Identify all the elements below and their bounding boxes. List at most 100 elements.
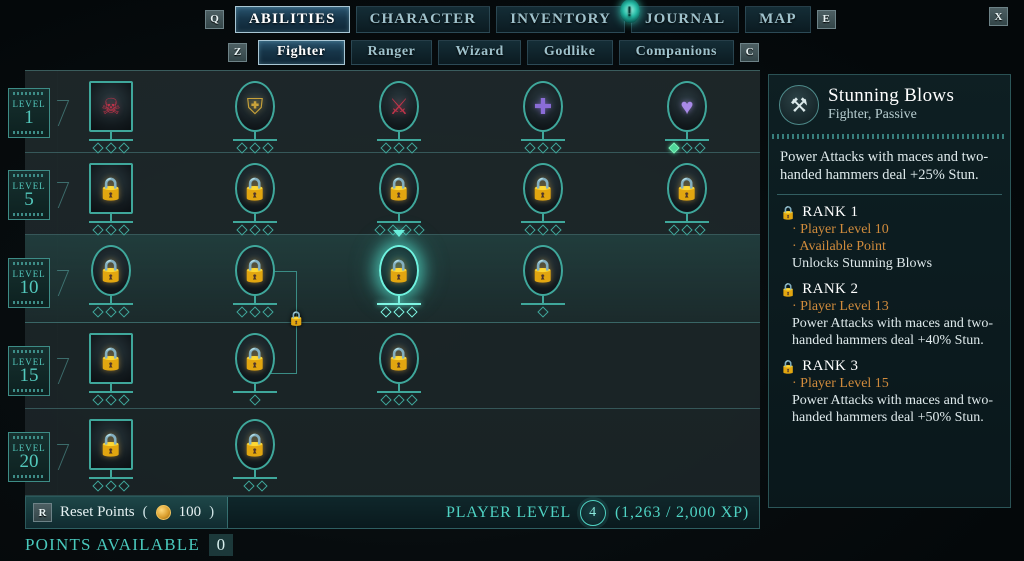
sub-tab-fighter[interactable]: Fighter: [258, 39, 345, 65]
main-tab-label: INVENTORY: [510, 10, 611, 27]
rank-pip: [105, 142, 117, 154]
rank-pips: [87, 306, 135, 318]
lock-icon: 🔒: [385, 345, 413, 371]
rank-pip: [118, 306, 130, 318]
rank-pip: [537, 224, 549, 236]
ability-orb: 🔒: [375, 331, 423, 386]
main-tab-inventory[interactable]: INVENTORY: [496, 5, 625, 33]
sub-tab-label: Companions: [635, 44, 718, 59]
level-number: 20: [19, 451, 39, 472]
ability-node[interactable]: 🔒: [373, 161, 425, 236]
gold-coin-icon: [155, 505, 171, 520]
rank-pip: [249, 142, 261, 154]
node-bar: [665, 221, 709, 223]
ability-node[interactable]: 🔒: [231, 417, 279, 492]
reset-points-button[interactable]: R Reset Points ( 100 ): [26, 497, 229, 528]
rank-pip: [242, 480, 255, 492]
rank-pip: [92, 142, 104, 154]
ability-node[interactable]: ⛨: [231, 79, 279, 154]
ability-glyph-icon: ☠: [101, 93, 121, 119]
ability-node[interactable]: 🔒: [87, 331, 135, 406]
lock-icon: 🔒: [241, 257, 269, 283]
ability-node[interactable]: ⚔: [375, 79, 423, 154]
ability-orb: 🔒: [231, 243, 279, 298]
sub-tab-wizard[interactable]: Wizard: [438, 39, 521, 65]
level-number: 15: [19, 365, 39, 386]
rank-pip: [694, 224, 706, 236]
rank-list: 🔒 RANK 1 · Player Level 10 · Available Poin…: [769, 195, 1010, 426]
main-tab-abilities[interactable]: ABILITIES: [235, 5, 350, 33]
rank-pips: [87, 142, 135, 154]
rank-pip: [681, 224, 693, 236]
rank-pip: [412, 224, 425, 236]
hotkey-r[interactable]: R: [33, 503, 52, 522]
main-tab-journal[interactable]: JOURNAL!: [619, 0, 740, 33]
rank-pip: [380, 142, 392, 154]
sub-tab-ranger[interactable]: Ranger: [350, 39, 433, 65]
ability-node[interactable]: ✚: [519, 79, 567, 154]
alert-badge-icon[interactable]: !: [619, 0, 640, 23]
ability-node[interactable]: 🔒: [231, 331, 279, 406]
lock-icon: 🔒: [241, 345, 269, 371]
ability-node[interactable]: 🔒: [87, 417, 135, 492]
rank-pip: [249, 394, 261, 406]
ability-node[interactable]: 🔒: [519, 161, 567, 236]
ability-node[interactable]: ♥: [663, 79, 711, 154]
hotkey-e[interactable]: E: [816, 9, 836, 29]
ability-node[interactable]: ☠: [87, 79, 135, 154]
ability-node[interactable]: 🔒: [231, 161, 279, 236]
rank-pips: [375, 306, 423, 318]
rank-requirement: · Player Level 15: [792, 376, 889, 391]
lock-icon: 🔒: [97, 345, 125, 371]
rank-requirement: · Player Level 13: [792, 299, 889, 314]
detail-description: Power Attacks with maces and two-handed …: [780, 149, 989, 183]
node-bar: [233, 391, 277, 393]
xp-progress-text: (1,263 / 2,000 XP): [615, 503, 749, 521]
hotkey-z[interactable]: Z: [228, 42, 247, 62]
rank-pips: [87, 480, 135, 492]
rank-pip: [92, 480, 104, 492]
rank-pip: [236, 142, 248, 154]
rank-header: 🔒 RANK 1: [780, 204, 999, 221]
sub-tab-companions[interactable]: Companions: [618, 39, 735, 65]
rank-pip: [118, 394, 130, 406]
rank-pips: [519, 142, 567, 154]
sub-tab-label: Wizard: [455, 44, 504, 59]
rank-requirement: · Available Point: [792, 239, 886, 254]
rank-pip: [236, 306, 248, 318]
rank-entry: 🔒 RANK 1 · Player Level 10 · Available Poin…: [780, 204, 999, 272]
ability-node[interactable]: 🔒: [519, 243, 567, 318]
player-level-group: PLAYER LEVEL 4 (1,263 / 2,000 XP): [446, 499, 759, 526]
ability-orb: 🔒: [231, 417, 279, 472]
ability-node[interactable]: 🔒: [375, 331, 423, 406]
reset-cost-close-paren: ): [209, 504, 215, 520]
ability-node[interactable]: 🔒: [87, 243, 135, 318]
ability-glyph-icon: ⛨: [246, 93, 264, 119]
hotkey-q[interactable]: Q: [205, 9, 224, 29]
points-available-bar: POINTS AVAILABLE 0: [25, 532, 233, 558]
rank-pip: [393, 142, 405, 154]
ability-node[interactable]: 🔒: [663, 161, 711, 236]
rank-requirement: · Player Level 10: [792, 222, 889, 237]
reset-points-label: Reset Points: [60, 504, 135, 520]
rank-effect: Power Attacks with maces and two-handed …: [792, 393, 994, 425]
hotkey-c[interactable]: C: [740, 42, 760, 62]
main-tab-bar: Q ABILITIES CHARACTER INVENTORY JOURNAL! MAP…: [0, 0, 1024, 33]
rank-pip: [92, 306, 104, 318]
rank-name: RANK 3: [802, 358, 859, 374]
lock-icon: 🔒: [241, 431, 269, 457]
lock-icon: 🔒: [385, 257, 413, 283]
sub-tab-godlike[interactable]: Godlike: [526, 39, 613, 65]
rank-pips: [231, 394, 279, 406]
close-hotkey-x[interactable]: X: [989, 7, 1008, 26]
ability-glyph-icon: ⚔: [389, 93, 409, 119]
skill-tree-panel[interactable]: ☠ ⛨ ⚔ ✚ ♥ 🔒 🔒 🔒 🔒 🔒 🔒 🔒 🔒 🔒 🔒 🔒 🔒 🔒 🔒 🔒: [25, 70, 760, 496]
ability-node[interactable]: 🔒: [87, 161, 135, 236]
ability-node[interactable]: 🔒: [231, 243, 279, 318]
ability-glyph-icon: ✚: [533, 93, 553, 119]
main-tab-map[interactable]: MAP: [745, 5, 811, 33]
ability-node-selected[interactable]: 🔒: [375, 230, 423, 318]
rank-pips: [375, 394, 423, 406]
main-tab-character[interactable]: CHARACTER: [355, 5, 491, 33]
detail-divider-ornament: [772, 134, 1007, 139]
